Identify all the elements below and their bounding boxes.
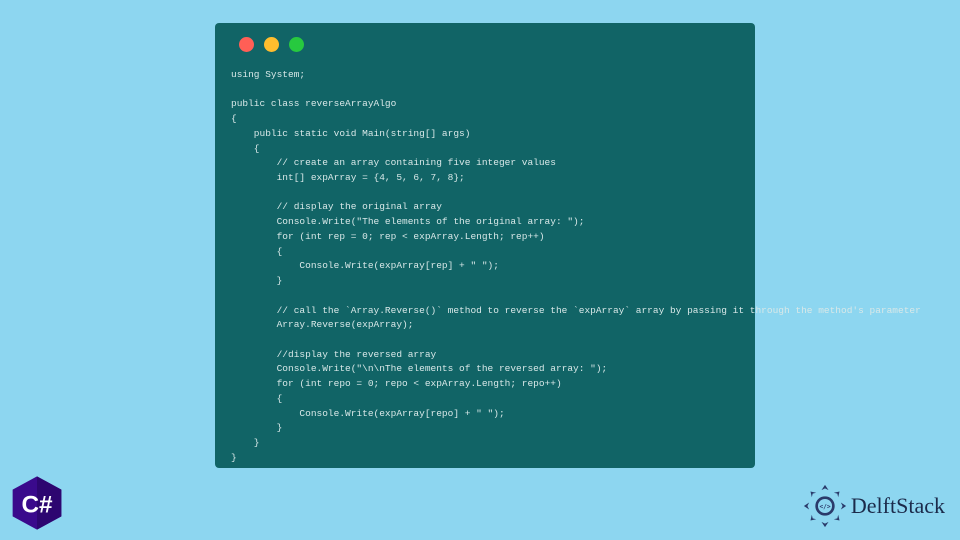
minimize-icon bbox=[264, 37, 279, 52]
delftstack-brand: </> DelftStack bbox=[803, 484, 945, 528]
delftstack-logo-icon: </> bbox=[803, 484, 847, 528]
maximize-icon bbox=[289, 37, 304, 52]
brand-name: DelftStack bbox=[851, 493, 945, 519]
close-icon bbox=[239, 37, 254, 52]
svg-text:</>: </> bbox=[819, 504, 830, 511]
code-content: using System; public class reverseArrayA… bbox=[231, 68, 739, 465]
code-window: using System; public class reverseArrayA… bbox=[215, 23, 755, 468]
window-controls bbox=[239, 37, 739, 52]
csharp-logo-icon: C# bbox=[8, 474, 66, 532]
csharp-label: C# bbox=[21, 491, 53, 518]
